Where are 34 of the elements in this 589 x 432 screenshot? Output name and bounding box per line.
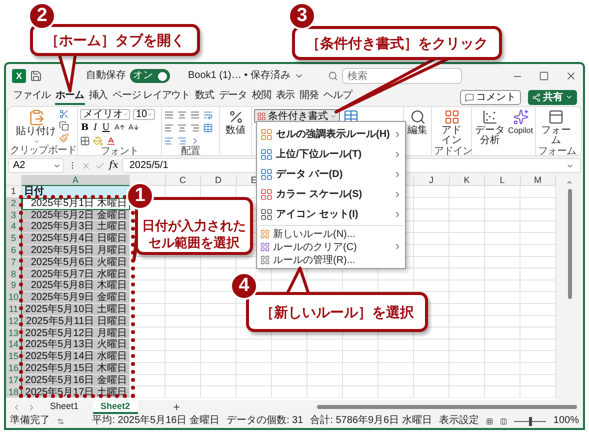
callout-text: 日付が入力されたセル範囲を選択 (142, 216, 246, 250)
date-cell: 2025年5月5日 月曜日 (22, 244, 130, 257)
callout-text: ［新しいルール］を選択 (260, 304, 414, 320)
callout-text: ［ホーム］タブを開く (45, 32, 185, 48)
date-cell: 2025年5月4日 日曜日 (22, 233, 130, 245)
date-cell: 2025年5月13日 火曜日 (22, 339, 130, 352)
step-number-badge: 2 (28, 2, 56, 30)
date-cell: 2025年5月15日 木曜日 (22, 362, 130, 375)
header-cell: 日付 (22, 186, 130, 198)
callout-text: ［条件付き書式］をクリック (306, 34, 488, 52)
autosave-label: 自動保存 (86, 70, 126, 82)
date-cell: 2025年5月3日 土曜日 (22, 221, 130, 234)
status-sum: 合計: 5786年9月6日 水曜日 (310, 415, 432, 427)
date-cell: 2025年5月6日 火曜日 (22, 256, 130, 269)
date-cell: 2025年5月16日 金曜日 (22, 374, 130, 387)
date-cell: 2025年5月8日 木曜日 (22, 280, 130, 292)
date-cell: 2025年5月7日 水曜日 (22, 268, 130, 280)
group-label: アドイン (434, 146, 469, 157)
date-cell: 2025年5月12日 月曜日 (22, 328, 130, 340)
date-cell: 2025年5月2日 金曜日 (22, 210, 130, 222)
date-cell: 2025年5月11日 日曜日 (22, 316, 130, 328)
app-logo: X (12, 69, 26, 83)
status-text: 準備完了 (10, 415, 50, 427)
status-count: データの個数: 31 (226, 415, 304, 427)
group-label: フォント (100, 146, 140, 157)
step-number-badge: 3 (288, 2, 316, 30)
date-cell: 2025年5月10日 土曜日 (22, 304, 130, 316)
date-cell: 2025年5月14日 水曜日 (22, 351, 130, 363)
date-cell: 2025年5月9日 金曜日 (22, 292, 130, 304)
group-label: フォーム (538, 146, 574, 157)
group-label: 配置 (180, 146, 201, 157)
group-label: クリップボード (10, 145, 75, 156)
document-title: Book1 (1)… • 保存済み (188, 70, 290, 82)
status-average: 平均: 2025年5月16日 金曜日 (92, 415, 220, 427)
